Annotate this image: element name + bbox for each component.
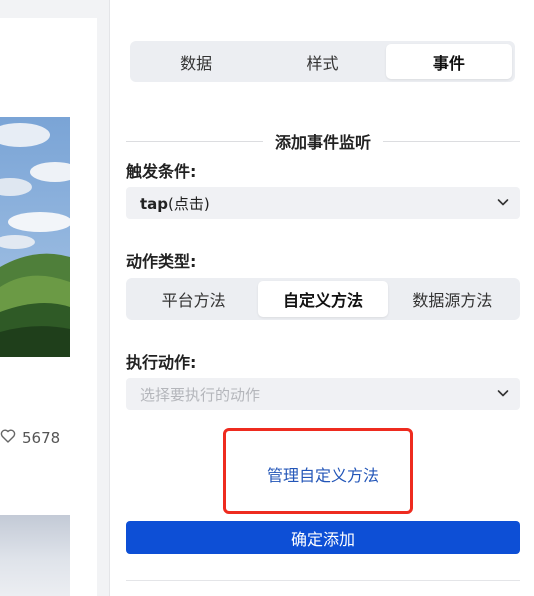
like-count-value: 5678 — [22, 429, 61, 447]
chevron-down-icon — [496, 194, 510, 213]
property-panel: 数据 样式 事件 添加事件监听 触发条件: tap(点击) 动作类型: 平台方法… — [110, 0, 534, 596]
second-image — [0, 515, 70, 596]
landscape-image — [0, 117, 70, 357]
section-title-text: 添加事件监听 — [275, 133, 372, 152]
trigger-select[interactable]: tap(点击) — [126, 187, 520, 219]
tab-data[interactable]: 数据 — [133, 44, 259, 79]
section-line-left — [126, 140, 263, 142]
action-type-platform[interactable]: 平台方法 — [129, 281, 258, 317]
execute-select[interactable]: 选择要执行的动作 — [126, 378, 520, 410]
heart-icon[interactable] — [0, 428, 22, 448]
trigger-value-suffix: (点击) — [168, 194, 210, 213]
action-type-label: 动作类型: — [126, 252, 197, 271]
trigger-select-value: tap(点击) — [140, 193, 496, 214]
trigger-value-main: tap — [140, 194, 169, 213]
chevron-down-icon — [496, 385, 510, 404]
like-count: 5678 — [0, 428, 60, 448]
manage-custom-methods-link[interactable]: 管理自定义方法 — [267, 462, 379, 486]
section-title: 添加事件监听 — [126, 128, 521, 154]
execute-label: 执行动作: — [126, 353, 197, 372]
tab-event[interactable]: 事件 — [385, 44, 512, 79]
execute-select-placeholder: 选择要执行的动作 — [140, 385, 261, 404]
landscape-image-graphic — [0, 117, 70, 357]
bottom-divider — [126, 580, 520, 581]
tab-style[interactable]: 样式 — [259, 44, 385, 79]
trigger-label: 触发条件: — [126, 162, 197, 181]
panel-tabs: 数据 样式 事件 — [130, 41, 515, 82]
section-line-right — [383, 140, 521, 142]
confirm-add-button[interactable]: 确定添加 — [126, 521, 520, 554]
action-type-datasource[interactable]: 数据源方法 — [388, 281, 517, 317]
action-type-segmented: 平台方法 自定义方法 数据源方法 — [126, 278, 520, 320]
action-type-custom[interactable]: 自定义方法 — [258, 281, 388, 317]
